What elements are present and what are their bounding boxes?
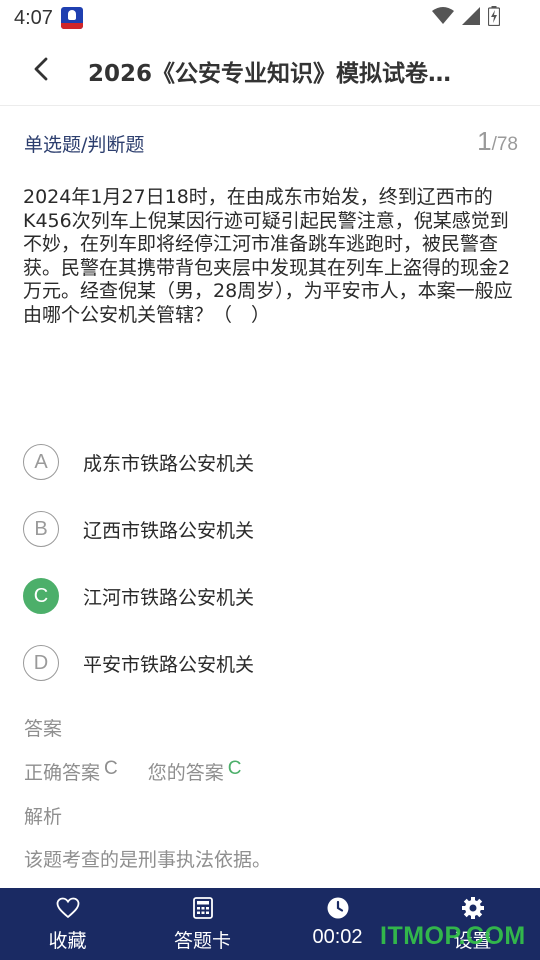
status-icons	[432, 6, 501, 30]
answer-heading: 答案	[24, 718, 63, 740]
favorite-button[interactable]: 收藏	[0, 888, 135, 960]
option-letter: B	[23, 511, 59, 547]
option-a[interactable]: A 成东市铁路公安机关	[23, 442, 517, 482]
correct-answer-label: 正确答案	[24, 762, 101, 784]
option-text: 平安市铁路公安机关	[83, 653, 255, 676]
question-total: /78	[491, 134, 518, 155]
question-current: 1	[477, 126, 492, 156]
timer-label: 00:02	[312, 926, 363, 948]
question-counter: 1/78	[477, 126, 518, 157]
question-meta: 单选题/判断题 1/78	[24, 126, 518, 160]
favorite-label: 收藏	[48, 930, 87, 952]
option-letter: A	[23, 444, 59, 480]
option-letter: D	[23, 645, 59, 681]
option-text: 成东市铁路公安机关	[83, 452, 255, 475]
option-d[interactable]: D 平安市铁路公安机关	[23, 643, 517, 683]
grid-calculator-icon	[190, 896, 216, 920]
chevron-left-icon	[33, 57, 49, 85]
answer-card-label: 答题卡	[173, 930, 231, 952]
option-text: 辽西市铁路公安机关	[83, 519, 255, 542]
app-notification-icon	[60, 7, 83, 29]
answer-row: 正确答案 C 您的答案 C	[24, 758, 242, 785]
your-answer-value: C	[227, 758, 242, 779]
back-button[interactable]	[18, 48, 64, 94]
option-c[interactable]: C 江河市铁路公安机关	[23, 576, 517, 616]
answer-card-button[interactable]: 答题卡	[135, 888, 270, 960]
option-letter-selected: C	[23, 578, 59, 614]
correct-answer-value: C	[104, 758, 118, 779]
cell-signal-icon	[462, 7, 480, 29]
page-title: 2026《公安专业知识》模拟试卷…	[88, 60, 452, 87]
question-text: 2024年1月27日18时，在由成东市始发，终到辽西市的K456次列车上倪某因行…	[23, 186, 513, 326]
heart-icon	[55, 896, 81, 920]
status-bar: 4:07	[0, 0, 540, 36]
question-type: 单选题/判断题	[24, 134, 145, 156]
explanation-text: 该题考查的是刑事执法依据。	[24, 849, 272, 871]
explanation-heading: 解析	[24, 806, 63, 828]
watermark: ITMOP.COM	[380, 922, 526, 950]
option-b[interactable]: B 辽西市铁路公安机关	[23, 509, 517, 549]
exam-page: 4:07 2026《公安专业知识》模拟试卷… 单选题/判断题 1/78 2024…	[0, 0, 540, 960]
header-bar: 2026《公安专业知识》模拟试卷…	[0, 36, 540, 106]
clock-icon	[325, 896, 351, 920]
status-time: 4:07	[14, 6, 53, 29]
wifi-icon	[432, 7, 454, 29]
your-answer-label: 您的答案	[147, 762, 224, 784]
option-text: 江河市铁路公安机关	[83, 586, 255, 609]
gear-icon	[460, 896, 486, 920]
battery-icon	[487, 6, 501, 30]
